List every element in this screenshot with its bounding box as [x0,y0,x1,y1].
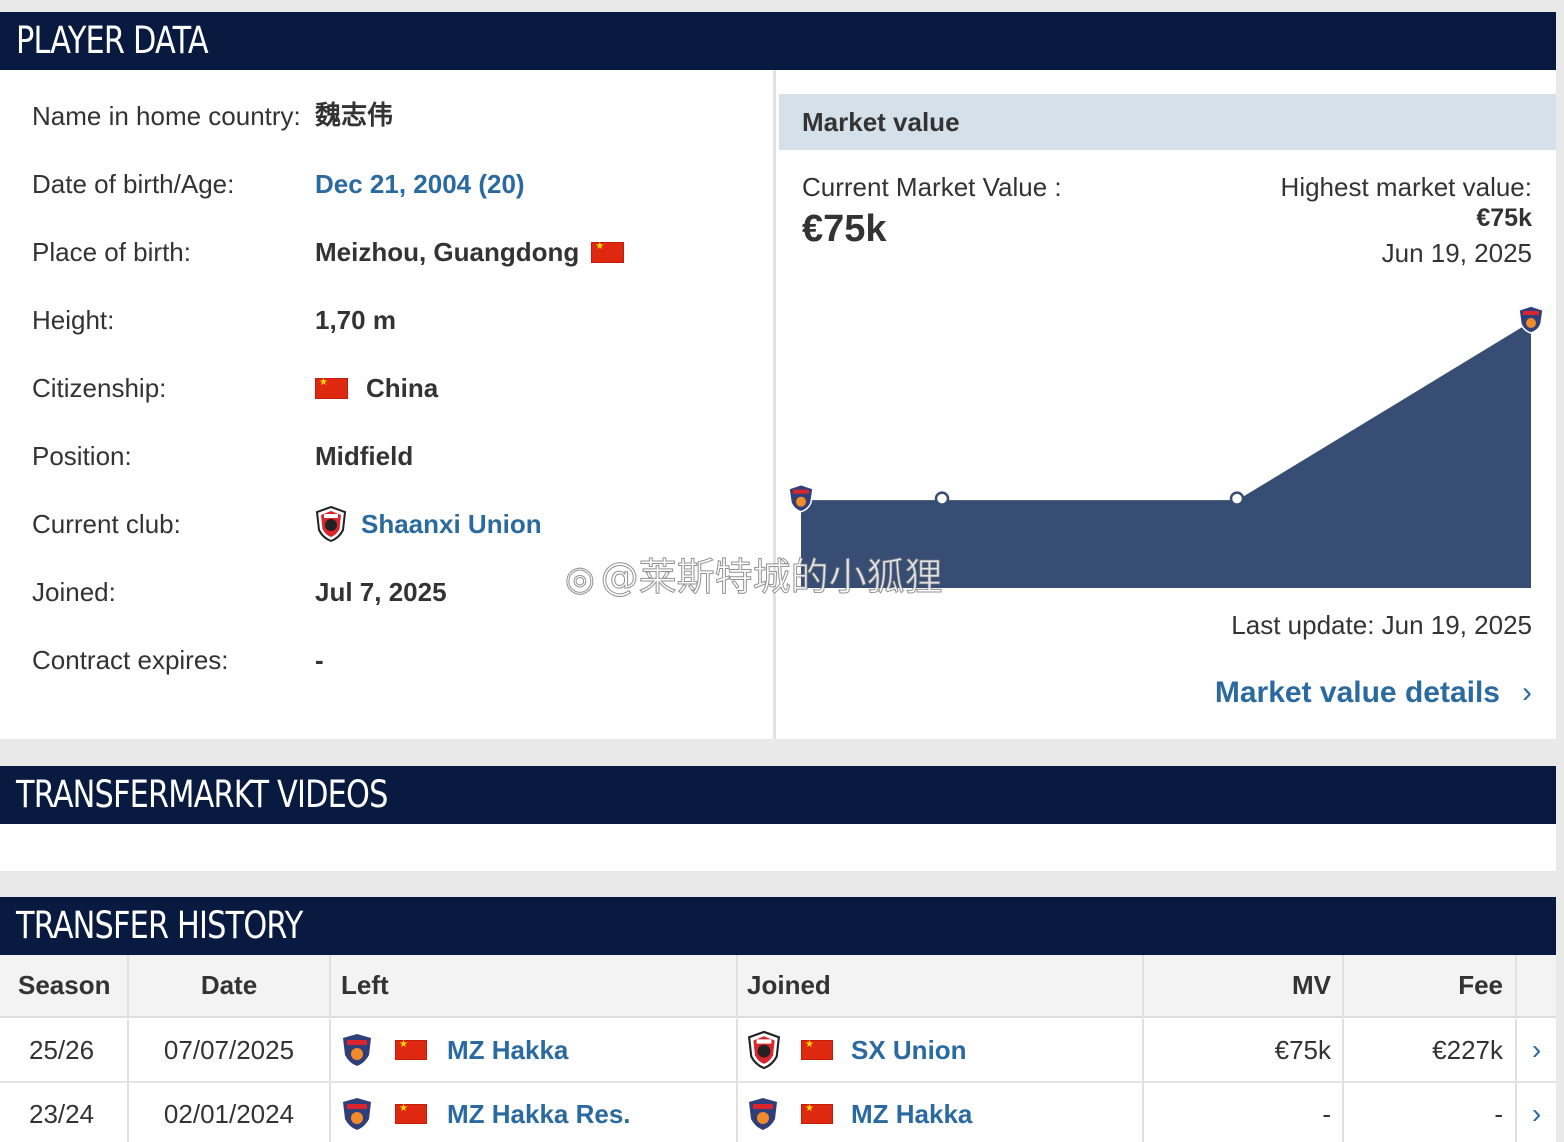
transfer-table-header: Season Date Left Joined MV Fee [0,955,1556,1018]
info-label: Place of birth: [32,237,191,267]
joined-club-cell: MZ Hakka [738,1083,1144,1142]
fee-cell: - [1344,1083,1517,1142]
china-flag-icon [801,1102,833,1124]
left-club-cell: MZ Hakka Res. [331,1083,738,1142]
column-header-joined[interactable]: Joined [738,955,1144,1016]
player-data-header: PLAYER DATA [0,12,1556,70]
info-value-joined: Jul 7, 2025 [315,577,447,607]
birth-date-link[interactable]: Dec 21, 2004 (20) [315,164,525,204]
market-value-area [801,320,1531,588]
current-club-link[interactable]: Shaanxi Union [315,504,542,544]
joined-club-link[interactable]: SX Union [851,1035,967,1066]
date-cell: 02/01/2024 [129,1083,331,1142]
left-club-cell: MZ Hakka [331,1019,738,1081]
china-flag-icon [801,1038,833,1060]
fee-cell: €227k [1344,1019,1517,1081]
chart-point[interactable] [1229,491,1245,506]
shaanxi-union-badge-icon [315,506,347,542]
info-value-contract: - [315,645,324,675]
left-club-link[interactable]: MZ Hakka [447,1035,568,1066]
market-value-chart[interactable] [779,290,1556,610]
info-label: Current club: [32,509,181,539]
chart-point[interactable] [934,491,950,506]
table-row[interactable]: 23/24 02/01/2024 MZ Hakka Res. MZ Hakka … [0,1083,1556,1142]
info-label: Name in home country: [32,101,301,131]
left-club-link[interactable]: MZ Hakka Res. [447,1099,631,1130]
china-flag-icon [315,376,348,399]
videos-header: TRANSFERMARKT VIDEOS [0,766,1556,824]
column-header-season[interactable]: Season [0,955,129,1016]
player-info-column: Name in home country: 魏志伟 Date of birth/… [0,70,776,739]
info-value-birthplace: Meizhou, Guangdong [315,232,625,272]
mv-cell: €75k [1144,1019,1344,1081]
info-label: Joined: [32,577,116,607]
chevron-right-icon[interactable]: › [1517,1019,1556,1081]
birthplace-text: Meizhou, Guangdong [315,237,580,267]
info-value-citizenship: China [315,368,438,408]
season-cell: 25/26 [0,1019,129,1081]
transfer-history-header: TRANSFER HISTORY [0,897,1556,955]
current-mv-label: Current Market Value : [802,172,1062,202]
shaanxi-union-badge-icon[interactable] [747,1030,781,1070]
current-club-text: Shaanxi Union [361,509,542,539]
details-link-text: Market value details [1214,676,1500,709]
info-value-home-name: 魏志伟 [315,101,394,131]
china-flag-icon [395,1102,427,1124]
joined-club-link[interactable]: MZ Hakka [851,1099,972,1130]
mz-hakka-badge-icon[interactable] [747,1097,779,1131]
info-label: Date of birth/Age: [32,169,235,199]
info-label: Position: [32,441,132,471]
joined-club-cell: SX Union [738,1019,1144,1081]
market-value-column: Market value Current Market Value : €75k… [779,70,1556,739]
current-mv-value: €75k [802,208,887,250]
market-value-details-link[interactable]: Market value details › [1215,676,1532,710]
china-flag-icon [591,240,625,263]
column-header-mv[interactable]: MV [1144,955,1344,1016]
column-header-date[interactable]: Date [129,955,331,1016]
last-update-text: Last update: Jun 19, 2025 [1231,610,1532,640]
mz-hakka-badge-icon[interactable] [341,1097,373,1131]
player-data-panel: PLAYER DATA Name in home country: 魏志伟 Da… [0,12,1556,739]
highest-mv-date: Jun 19, 2025 [1381,238,1532,268]
transfer-history-panel: TRANSFER HISTORY Season Date Left Joined… [0,897,1556,1142]
mz-hakka-badge-icon[interactable] [341,1033,373,1067]
citizenship-text: China [366,373,439,403]
highest-mv-label: Highest market value: [1280,172,1532,202]
info-label: Contract expires: [32,645,229,675]
season-cell: 23/24 [0,1083,129,1142]
column-header-fee[interactable]: Fee [1344,955,1517,1016]
videos-panel: TRANSFERMARKT VIDEOS [0,766,1556,871]
china-flag-icon [395,1038,427,1060]
info-value-position: Midfield [315,441,414,471]
chevron-right-icon: › [1522,676,1532,709]
chevron-right-icon[interactable]: › [1517,1083,1556,1142]
mv-cell: - [1144,1083,1344,1142]
column-header-left[interactable]: Left [331,955,738,1016]
table-row[interactable]: 25/26 07/07/2025 MZ Hakka SX Union €75k … [0,1019,1556,1083]
info-label: Citizenship: [32,373,167,403]
highest-mv-value: €75k [1476,204,1532,232]
date-cell: 07/07/2025 [129,1019,331,1081]
info-value-height: 1,70 m [315,305,396,335]
info-label: Height: [32,305,115,335]
market-value-header: Market value [779,94,1556,150]
